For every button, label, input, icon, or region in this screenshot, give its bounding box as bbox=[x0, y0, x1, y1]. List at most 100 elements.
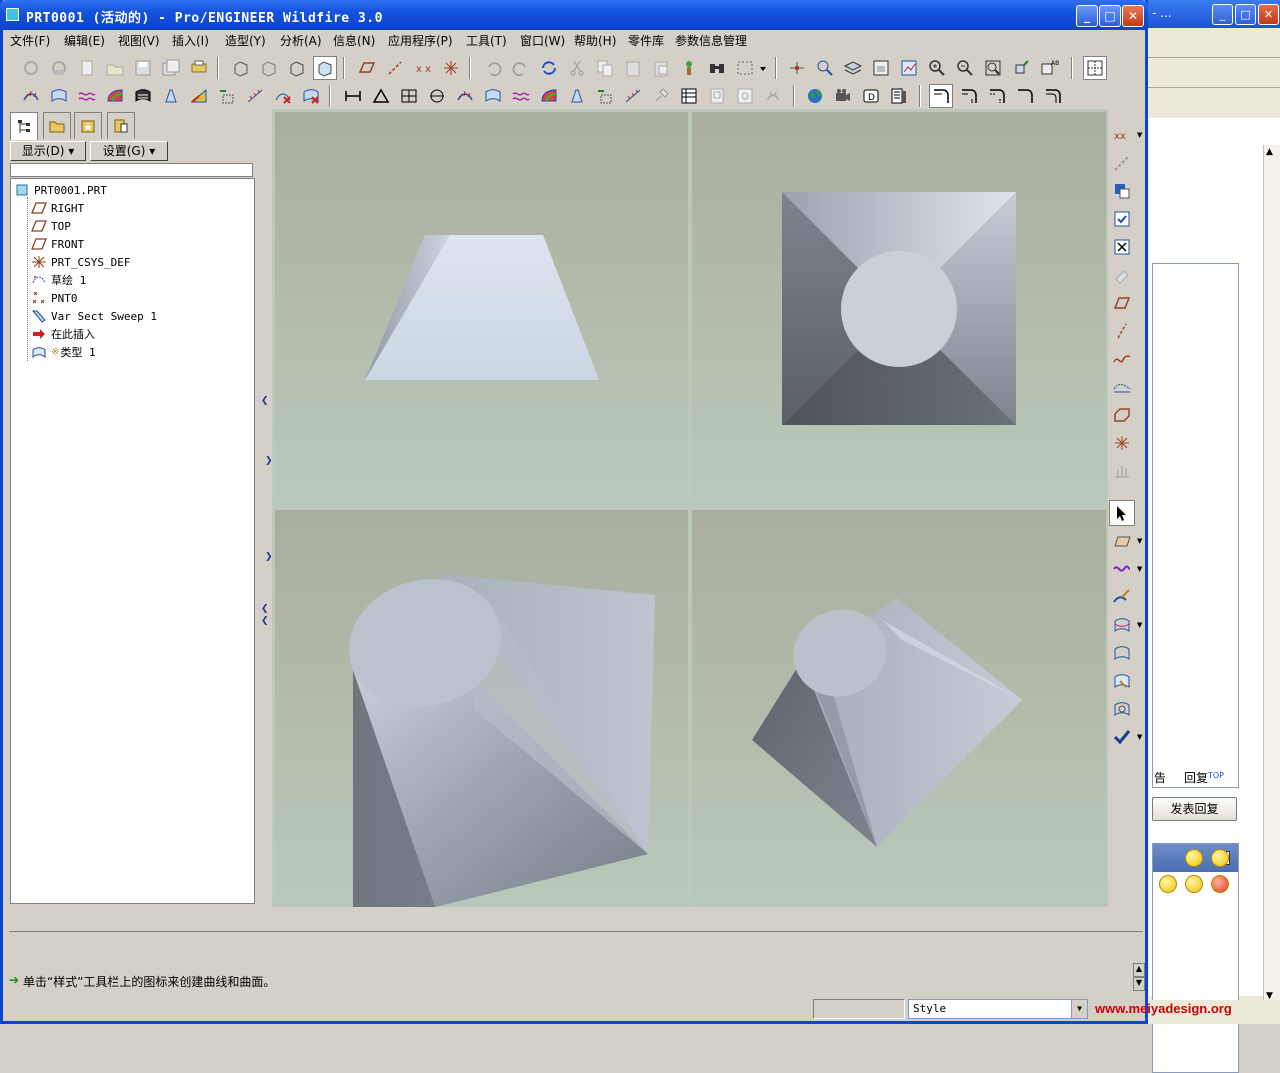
menu-info[interactable]: 信息(N) bbox=[333, 32, 375, 49]
undo-icon[interactable] bbox=[481, 56, 505, 80]
edge-chamfer-icon[interactable] bbox=[1041, 84, 1065, 108]
fillet-edge-icon[interactable] bbox=[957, 84, 981, 108]
paste-icon[interactable] bbox=[621, 56, 645, 80]
maximize-button[interactable]: □ bbox=[1099, 5, 1121, 27]
edit-curve-tool-icon[interactable] bbox=[1109, 584, 1135, 610]
new-icon[interactable] bbox=[19, 56, 43, 80]
chevron-down-icon[interactable]: ▼ bbox=[1137, 565, 1142, 573]
zoom-in-icon[interactable] bbox=[925, 56, 949, 80]
chevron-down-icon[interactable]: ▼ bbox=[1137, 537, 1142, 545]
tree-item-var-sect-sweep[interactable]: Var Sect Sweep 1 bbox=[31, 307, 157, 325]
round-icon[interactable] bbox=[1013, 84, 1037, 108]
style-curve-tool-icon[interactable] bbox=[1109, 556, 1135, 582]
feature-info-icon[interactable] bbox=[813, 56, 837, 80]
eraser-tool-icon[interactable] bbox=[1109, 262, 1135, 288]
chevron-down-icon[interactable]: ▼ bbox=[1137, 621, 1142, 629]
tree-item-insert-here[interactable]: 在此插入 bbox=[31, 325, 95, 343]
section-icon[interactable] bbox=[593, 84, 617, 108]
done-checkmark-icon[interactable] bbox=[1109, 724, 1135, 750]
open-folder-icon[interactable] bbox=[103, 56, 127, 80]
select-tool-icon[interactable] bbox=[1109, 500, 1135, 526]
gaussian-curvature-icon[interactable] bbox=[537, 84, 561, 108]
open-session-icon[interactable] bbox=[47, 56, 71, 80]
minimize-button[interactable]: _ bbox=[1076, 5, 1098, 27]
tree-item-sketch[interactable]: 草绘 1 bbox=[31, 271, 86, 289]
message-scrollbar[interactable]: ▲ ▼ bbox=[1133, 963, 1145, 993]
datum-point-display-icon[interactable]: x x bbox=[411, 56, 435, 80]
background-maximize-button[interactable]: □ bbox=[1235, 4, 1256, 25]
datum-curve-icon[interactable] bbox=[785, 56, 809, 80]
cut-icon[interactable] bbox=[565, 56, 589, 80]
menu-file[interactable]: 文件(F) bbox=[10, 32, 50, 49]
tab-connections[interactable] bbox=[107, 112, 135, 139]
search-icon[interactable] bbox=[705, 56, 729, 80]
scroll-down-icon[interactable]: ▼ bbox=[1133, 977, 1145, 991]
menu-view[interactable]: 视图(V) bbox=[118, 32, 160, 49]
tab-folder-browser[interactable] bbox=[43, 112, 71, 139]
tree-filter-bar[interactable] bbox=[10, 163, 253, 177]
trim-surface-tool-icon[interactable] bbox=[1109, 668, 1135, 694]
regenerate-icon[interactable] bbox=[537, 56, 561, 80]
menu-tools[interactable]: 工具(T) bbox=[466, 32, 507, 49]
tab-model-tree[interactable] bbox=[10, 112, 38, 140]
tree-item-pnt0[interactable]: PNT0 bbox=[31, 289, 78, 307]
datum-axis-display-icon[interactable] bbox=[383, 56, 407, 80]
menu-edit[interactable]: 编辑(E) bbox=[64, 32, 105, 49]
surface-curvature-icon[interactable] bbox=[47, 84, 71, 108]
spin-center-icon[interactable] bbox=[1083, 56, 1107, 80]
smiley-emoji-icon[interactable] bbox=[1185, 849, 1203, 867]
viewport-iso-left[interactable] bbox=[275, 510, 688, 907]
tab-favorites[interactable] bbox=[74, 112, 102, 139]
view-manager-icon[interactable] bbox=[869, 56, 893, 80]
web-browser-icon[interactable] bbox=[803, 84, 827, 108]
angry-emoji-icon[interactable] bbox=[1211, 875, 1229, 893]
family-table-icon[interactable] bbox=[761, 84, 785, 108]
curve-curvature-icon[interactable] bbox=[453, 84, 477, 108]
surface-analysis-icon[interactable] bbox=[481, 84, 505, 108]
analysis-tool-icon[interactable] bbox=[1109, 458, 1135, 484]
edit-definition-icon[interactable] bbox=[1109, 206, 1135, 232]
report-link[interactable]: 告 bbox=[1154, 769, 1166, 786]
shading-icon[interactable] bbox=[313, 56, 337, 80]
collapse-left-icon[interactable]: ❮ bbox=[261, 616, 269, 626]
style-plane-tool-icon[interactable] bbox=[1109, 528, 1135, 554]
tree-item-right[interactable]: RIGHT bbox=[31, 199, 84, 217]
axis-tool-icon[interactable] bbox=[1109, 318, 1135, 344]
slope-analysis-icon[interactable] bbox=[187, 84, 211, 108]
delete-analysis-icon[interactable] bbox=[271, 84, 295, 108]
curve-offset-icon[interactable] bbox=[509, 84, 533, 108]
menu-help[interactable]: 帮助(H) bbox=[574, 32, 616, 49]
model-player-icon[interactable] bbox=[677, 56, 701, 80]
tree-item-csys[interactable]: PRT_CSYS_DEF bbox=[31, 253, 130, 271]
collapse-left-icon[interactable]: ❮ bbox=[261, 604, 269, 614]
grin-emoji-icon[interactable] bbox=[1185, 875, 1203, 893]
report-icon[interactable] bbox=[887, 84, 911, 108]
hidden-line-icon[interactable] bbox=[257, 56, 281, 80]
wireframe-fillet-icon[interactable] bbox=[929, 84, 953, 108]
model-tree-table-icon[interactable] bbox=[677, 84, 701, 108]
menu-parameter-info[interactable]: 参数信息管理 bbox=[675, 32, 747, 49]
select-dropdown-icon[interactable] bbox=[757, 56, 769, 80]
background-minimize-button[interactable]: _ bbox=[1212, 4, 1233, 25]
reorient-icon[interactable] bbox=[1009, 56, 1033, 80]
menu-analysis[interactable]: 分析(A) bbox=[280, 32, 322, 49]
save-copy-icon[interactable] bbox=[159, 56, 183, 80]
no-hidden-icon[interactable] bbox=[285, 56, 309, 80]
blank-doc-icon[interactable] bbox=[75, 56, 99, 80]
chamfer-edge-icon[interactable] bbox=[985, 84, 1009, 108]
draft-analysis-icon[interactable] bbox=[159, 84, 183, 108]
info-window-icon[interactable]: D bbox=[859, 84, 883, 108]
curve-tool-icon[interactable] bbox=[1109, 346, 1135, 372]
offset-curve-icon[interactable] bbox=[75, 84, 99, 108]
tree-item-style-type[interactable]: ※ 类型 1 bbox=[31, 343, 96, 361]
wink-emoji-icon[interactable] bbox=[1159, 875, 1177, 893]
graphics-window[interactable] bbox=[272, 109, 1108, 907]
saved-views-icon[interactable]: AB bbox=[1037, 56, 1061, 80]
scroll-up-icon[interactable]: ▲ bbox=[1266, 147, 1273, 157]
settings-dropdown[interactable]: 设置(G) ▾ bbox=[90, 141, 168, 161]
print-setup-icon[interactable] bbox=[187, 56, 211, 80]
menu-window[interactable]: 窗口(W) bbox=[520, 32, 565, 49]
chevron-down-icon[interactable]: ▼ bbox=[1137, 733, 1142, 741]
section-analysis-icon[interactable] bbox=[215, 84, 239, 108]
reply-link[interactable]: 回复 bbox=[1184, 769, 1208, 786]
